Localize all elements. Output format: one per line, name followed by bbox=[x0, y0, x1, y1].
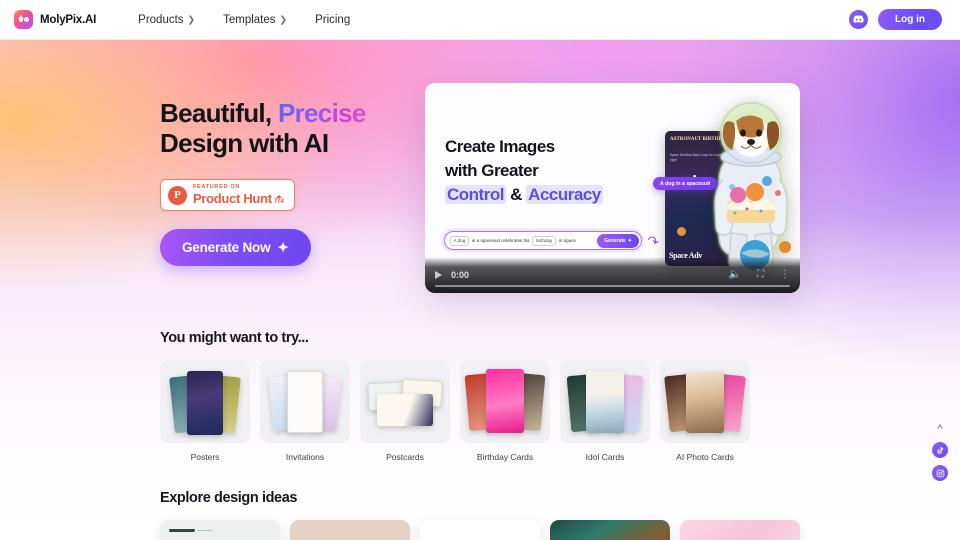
hero-headline-part2: Design with AI bbox=[160, 128, 329, 159]
nav-item-products-label: Products bbox=[138, 13, 184, 26]
sparkle-icon: ✦ bbox=[627, 237, 632, 244]
generate-now-label: Generate Now bbox=[182, 240, 271, 256]
video-title-line2: with Greater bbox=[445, 161, 539, 181]
video-artwork: ASTRONAUT BIRTHDAY Space Birthday Bash C… bbox=[653, 91, 800, 281]
mute-icon[interactable]: 🔈 bbox=[729, 270, 741, 280]
product-hunt-badge[interactable]: P FEATURED ON Product Hunt 774 bbox=[160, 178, 295, 212]
explore-cards-row: TechHub Coworking Space Pottery Join us … bbox=[160, 520, 800, 540]
video-title-highlight-accuracy: Accuracy bbox=[526, 185, 603, 205]
product-hunt-name-text: Product Hunt bbox=[193, 191, 272, 207]
nav-item-products[interactable]: Products ❯ bbox=[124, 8, 209, 32]
divider bbox=[169, 529, 195, 532]
molypix-logo-icon bbox=[14, 10, 33, 29]
product-hunt-votes: 774 bbox=[273, 194, 284, 206]
login-button[interactable]: Log in bbox=[878, 9, 942, 30]
video-title: Create Images with Greater Control & Acc… bbox=[445, 135, 675, 207]
video-title-amp: & bbox=[505, 185, 527, 205]
try-thumbnail bbox=[660, 360, 750, 443]
nav-item-templates-label: Templates bbox=[223, 13, 276, 26]
prompt-text-1: in a spacesuit celebrates his bbox=[471, 238, 530, 243]
try-item-idol-cards[interactable]: Idol Cards bbox=[560, 360, 650, 462]
video-controls-bar: 0:00 🔈 ⛶ ⋮ bbox=[425, 257, 800, 293]
try-thumbnail bbox=[460, 360, 550, 443]
fullscreen-icon[interactable]: ⛶ bbox=[757, 270, 764, 280]
video-progress-bar[interactable] bbox=[435, 284, 790, 287]
nav-item-templates[interactable]: Templates ❯ bbox=[209, 8, 301, 32]
explore-card-pink[interactable] bbox=[680, 520, 800, 540]
explore-card-pottery[interactable]: Pottery bbox=[290, 520, 410, 540]
hero-video-player[interactable]: Create Images with Greater Control & Acc… bbox=[425, 83, 800, 293]
explore-card-doc[interactable]: TechHub Coworking Space bbox=[160, 520, 280, 540]
try-section-title: You might want to try... bbox=[160, 330, 309, 346]
try-items-row: Posters Invitations Postcards Birthday C… bbox=[160, 360, 800, 462]
generate-now-button[interactable]: Generate Now ✦ bbox=[160, 229, 311, 267]
brand-logo[interactable]: MolyPix.AI bbox=[14, 10, 96, 29]
chevron-up-icon[interactable]: ^ bbox=[937, 424, 942, 435]
prompt-text-2: in space bbox=[558, 238, 576, 243]
chevron-right-icon: ❯ bbox=[187, 14, 196, 25]
try-item-postcards[interactable]: Postcards bbox=[360, 360, 450, 462]
try-item-posters[interactable]: Posters bbox=[160, 360, 250, 462]
prompt-generate-label: Generate bbox=[604, 237, 626, 244]
explore-section: Explore design ideas TechHub Coworking S… bbox=[160, 490, 800, 540]
tiktok-icon[interactable] bbox=[932, 442, 948, 458]
try-item-label: Posters bbox=[190, 452, 220, 462]
try-item-invitations[interactable]: Invitations bbox=[260, 360, 350, 462]
nav-right-actions: Log in bbox=[849, 9, 946, 30]
product-hunt-icon: P bbox=[168, 185, 187, 205]
try-thumbnail bbox=[260, 360, 350, 443]
sparkle-icon: ✦ bbox=[277, 239, 289, 255]
prompt-tag-badge: A dog in a spacesuit bbox=[653, 177, 718, 190]
try-item-label: Invitations bbox=[285, 452, 325, 462]
video-title-highlight-control: Control bbox=[445, 185, 506, 205]
try-thumbnail bbox=[160, 360, 250, 443]
hero-headline-accent: Precise bbox=[277, 98, 366, 128]
prompt-chip-occasion[interactable]: birthday bbox=[532, 235, 556, 246]
video-title-line1: Create Images bbox=[445, 137, 555, 156]
nav-item-pricing-label: Pricing bbox=[315, 13, 351, 26]
try-thumbnail bbox=[360, 360, 450, 443]
more-vertical-icon[interactable]: ⋮ bbox=[780, 270, 790, 280]
try-item-label: Birthday Cards bbox=[476, 452, 534, 462]
play-icon[interactable] bbox=[435, 271, 442, 279]
try-item-label: Postcards bbox=[386, 452, 424, 462]
try-thumbnail bbox=[560, 360, 650, 443]
divider bbox=[197, 529, 212, 531]
product-hunt-name: Product Hunt 774 bbox=[193, 192, 284, 205]
try-item-birthday-cards[interactable]: Birthday Cards bbox=[460, 360, 550, 462]
explore-section-title: Explore design ideas bbox=[160, 490, 298, 506]
brand-name: MolyPix.AI bbox=[40, 13, 97, 26]
video-headline: Create Images with Greater Control & Acc… bbox=[445, 135, 675, 207]
product-hunt-text: FEATURED ON Product Hunt 774 bbox=[193, 183, 284, 205]
try-item-label: AI Photo Cards bbox=[676, 452, 734, 462]
product-hunt-featured-label: FEATURED ON bbox=[193, 183, 241, 190]
discord-icon[interactable] bbox=[849, 10, 868, 29]
astronaut-dog-illustration bbox=[714, 102, 791, 270]
try-item-label: Idol Cards bbox=[585, 452, 625, 462]
floating-social-rail: ^ bbox=[932, 424, 948, 481]
hero-left-column: Beautiful, Precise Design with AI P FEAT… bbox=[160, 98, 410, 267]
prompt-generate-button[interactable]: Generate ✦ bbox=[597, 233, 639, 248]
try-item-ai-photo-cards[interactable]: AI Photo Cards bbox=[660, 360, 750, 462]
instagram-icon[interactable] bbox=[932, 465, 948, 481]
hero-headline-part1: Beautiful, bbox=[160, 98, 278, 128]
video-controls-right: 🔈 ⛶ ⋮ bbox=[729, 270, 790, 280]
video-time: 0:00 bbox=[451, 270, 470, 280]
video-prompt-bar[interactable]: A dog in a spacesuit celebrates his birt… bbox=[444, 231, 642, 250]
chevron-right-icon: ❯ bbox=[279, 14, 288, 25]
product-hunt-vote-count: 774 bbox=[273, 197, 284, 205]
nav-item-pricing[interactable]: Pricing bbox=[301, 8, 364, 32]
nav-links: Products ❯ Templates ❯ Pricing bbox=[124, 8, 364, 32]
explore-card-tropical[interactable] bbox=[550, 520, 670, 540]
explore-card-script[interactable]: Join us Here Birthday bbox=[420, 520, 540, 540]
top-navigation-bar: MolyPix.AI Products ❯ Templates ❯ Pricin… bbox=[0, 0, 960, 40]
hero-headline: Beautiful, Precise Design with AI bbox=[160, 98, 410, 159]
prompt-chip-subject[interactable]: A dog bbox=[450, 235, 469, 246]
try-section: You might want to try... Posters Invitat… bbox=[160, 330, 800, 462]
